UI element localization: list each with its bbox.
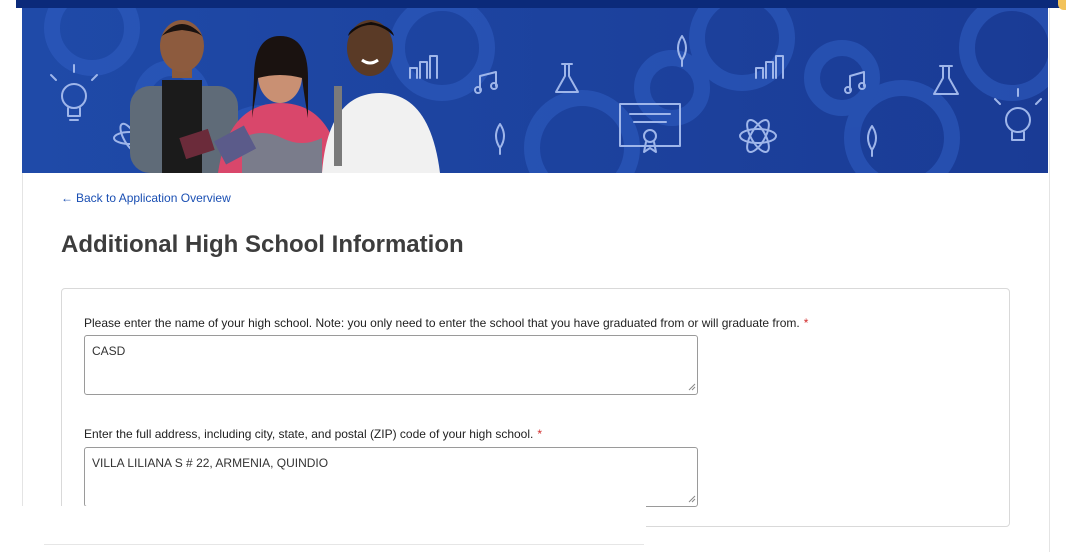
high-school-name-label-text: Please enter the name of your high schoo… [84, 316, 800, 330]
high-school-name-label: Please enter the name of your high schoo… [84, 316, 808, 330]
required-asterisk: * [537, 427, 543, 441]
header-banner [22, 8, 1048, 173]
top-accent-bar [16, 0, 1060, 8]
resize-handle-icon[interactable] [688, 495, 696, 503]
back-link-label: Back to Application Overview [76, 191, 231, 205]
overlay-panel [22, 506, 646, 552]
required-asterisk: * [803, 316, 809, 330]
corner-accent [1058, 0, 1066, 10]
back-to-overview-link[interactable]: ← Back to Application Overview [61, 191, 231, 205]
resize-handle-icon[interactable] [688, 383, 696, 391]
high-school-address-label: Enter the full address, including city, … [84, 427, 542, 441]
divider [44, 544, 644, 545]
back-arrow-icon: ← [61, 191, 73, 205]
page-title: Additional High School Information [61, 231, 464, 258]
high-school-address-label-text: Enter the full address, including city, … [84, 427, 534, 441]
high-school-address-field[interactable]: VILLA LILIANA S # 22, ARMENIA, QUINDIO [84, 447, 698, 507]
high-school-name-field[interactable]: CASD [84, 335, 698, 395]
